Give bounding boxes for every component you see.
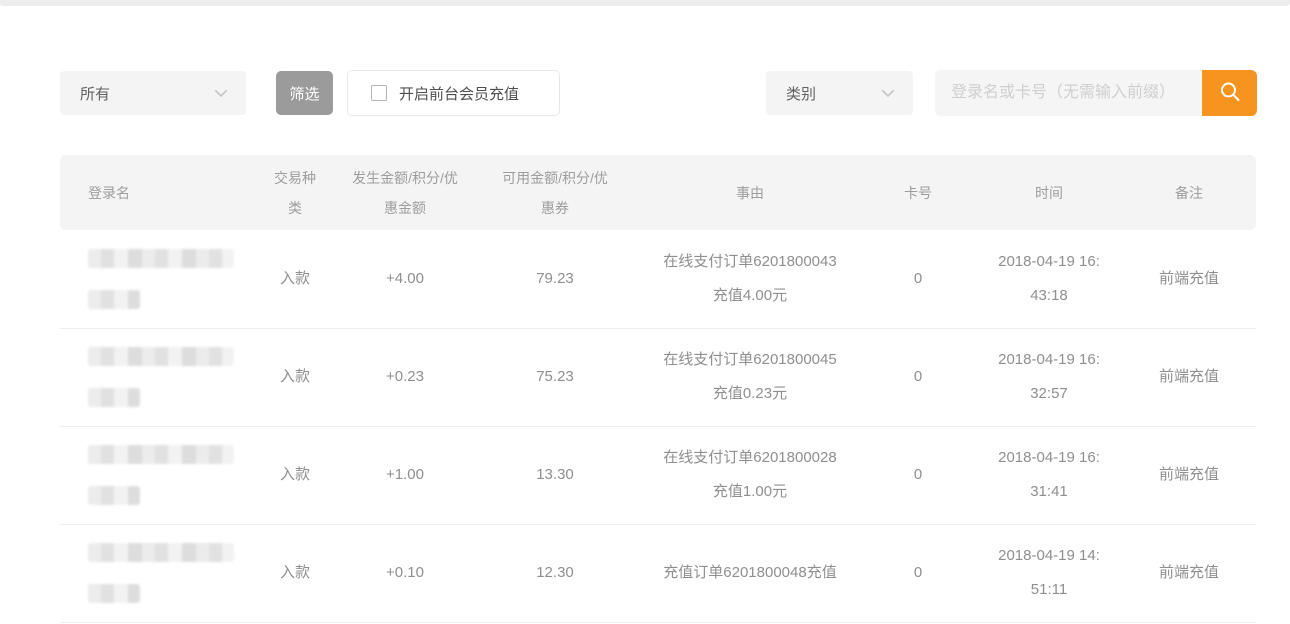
filter-button[interactable]: 筛选: [276, 71, 333, 115]
cell-transaction-type: 入款: [250, 328, 340, 426]
col-header-note: 备注: [1122, 155, 1256, 230]
table-row: 入款 +0.23 75.23 在线支付订单6201800045充值0.23元 0…: [60, 328, 1256, 426]
col-header-amount-changed: 发生金额/积分/优惠金额: [340, 155, 470, 230]
cell-amount-changed: +4.00: [340, 230, 470, 328]
cell-amount-available: 75.23: [470, 328, 640, 426]
cell-reason: 充值订单6201800048充值: [640, 524, 860, 622]
cell-transaction-type: 入款: [250, 524, 340, 622]
cell-time: 2018-04-19 16:43:18: [976, 230, 1122, 328]
cell-card-number: 0: [860, 426, 976, 524]
checkbox-icon[interactable]: [371, 85, 387, 101]
front-desk-recharge-toggle[interactable]: 开启前台会员充值: [347, 70, 560, 116]
cell-amount-changed: +0.23: [340, 328, 470, 426]
cell-reason: 在线支付订单6201800045充值0.23元: [640, 328, 860, 426]
redacted-username: [88, 249, 234, 268]
cell-login-name: [60, 524, 250, 622]
cell-note: 前端充值: [1122, 328, 1256, 426]
cell-transaction-type: 入款: [250, 426, 340, 524]
search-icon: [1217, 79, 1243, 108]
top-edge-strip: [0, 0, 1290, 6]
chevron-down-icon: [879, 84, 897, 102]
toolbar: 所有 筛选 开启前台会员充值 类别: [60, 70, 1257, 116]
cell-time: 2018-04-19 16:31:41: [976, 426, 1122, 524]
search-input[interactable]: [935, 70, 1202, 116]
cell-login-name: [60, 230, 250, 328]
cell-reason: 在线支付订单6201800028充值1.00元: [640, 426, 860, 524]
cell-reason: 在线支付订单6201800043充值4.00元: [640, 230, 860, 328]
redacted-username: [88, 445, 234, 464]
cell-amount-available: 79.23: [470, 230, 640, 328]
cell-transaction-type: 入款: [250, 230, 340, 328]
col-header-time: 时间: [976, 155, 1122, 230]
search-box: [935, 70, 1257, 116]
cell-amount-available: 13.30: [470, 426, 640, 524]
category-filter-value: 类别: [786, 83, 816, 104]
cell-time: 2018-04-19 14:51:11: [976, 524, 1122, 622]
redacted-username: [88, 486, 140, 505]
redacted-username: [88, 543, 234, 562]
cell-time: 2018-04-19 16:32:57: [976, 328, 1122, 426]
search-button[interactable]: [1202, 70, 1257, 116]
col-header-reason: 事由: [640, 155, 860, 230]
redacted-username: [88, 290, 140, 309]
cell-card-number: 0: [860, 230, 976, 328]
checkbox-label: 开启前台会员充值: [399, 83, 519, 104]
col-header-transaction-type: 交易种类: [250, 155, 340, 230]
redacted-username: [88, 347, 234, 366]
redacted-username: [88, 388, 140, 407]
cell-card-number: 0: [860, 524, 976, 622]
recharge-records-table: 登录名 交易种类 发生金额/积分/优惠金额 可用金额/积分/优惠券 事由 卡号 …: [60, 155, 1256, 623]
col-header-card-number: 卡号: [860, 155, 976, 230]
col-header-amount-available: 可用金额/积分/优惠券: [470, 155, 640, 230]
cell-login-name: [60, 328, 250, 426]
table-header: 登录名 交易种类 发生金额/积分/优惠金额 可用金额/积分/优惠券 事由 卡号 …: [60, 155, 1256, 230]
redacted-username: [88, 584, 140, 603]
type-filter-value: 所有: [80, 83, 110, 104]
cell-amount-available: 12.30: [470, 524, 640, 622]
cell-card-number: 0: [860, 328, 976, 426]
type-filter-select[interactable]: 所有: [60, 71, 246, 115]
cell-amount-changed: +0.10: [340, 524, 470, 622]
cell-note: 前端充值: [1122, 524, 1256, 622]
category-filter-select[interactable]: 类别: [766, 71, 913, 115]
table-row: 入款 +0.10 12.30 充值订单6201800048充值 0 2018-0…: [60, 524, 1256, 622]
table-body: 入款 +4.00 79.23 在线支付订单6201800043充值4.00元 0…: [60, 230, 1256, 622]
table-row: 入款 +1.00 13.30 在线支付订单6201800028充值1.00元 0…: [60, 426, 1256, 524]
chevron-down-icon: [212, 84, 230, 102]
col-header-login-name: 登录名: [60, 155, 250, 230]
cell-amount-changed: +1.00: [340, 426, 470, 524]
cell-note: 前端充值: [1122, 426, 1256, 524]
cell-login-name: [60, 426, 250, 524]
cell-note: 前端充值: [1122, 230, 1256, 328]
table-row: 入款 +4.00 79.23 在线支付订单6201800043充值4.00元 0…: [60, 230, 1256, 328]
